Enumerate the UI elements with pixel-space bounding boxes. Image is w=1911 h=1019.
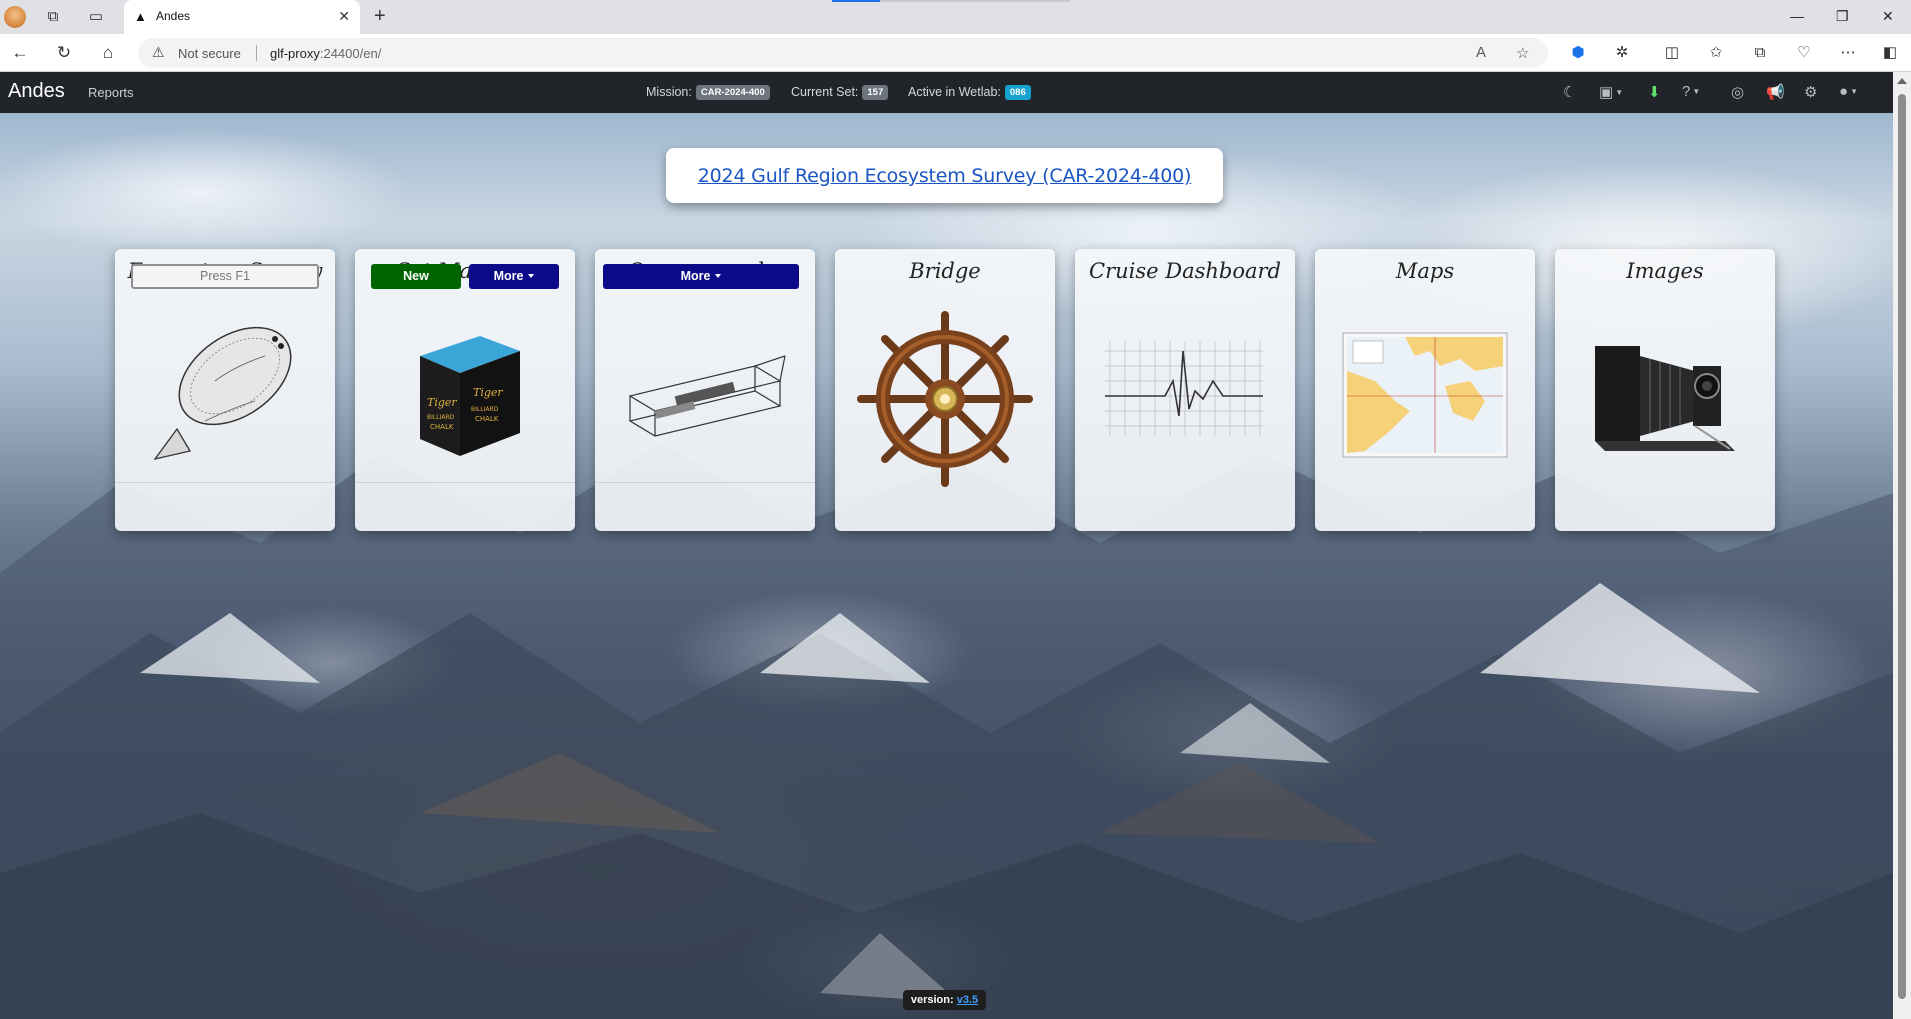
minimize-icon[interactable]: — [1790,8,1804,24]
oceanography-more-button[interactable]: More [603,264,799,289]
ships-wheel-icon [857,311,1033,487]
card-footer [595,482,815,531]
workspaces-icon[interactable]: ⧉ [43,7,63,27]
loading-indicator-track [880,0,1070,2]
scrollbar-thumb[interactable] [1898,94,1906,999]
user-account-icon[interactable]: ● ▼ [1839,83,1858,100]
heartbeat-chart-icon [1105,341,1263,436]
app-navbar: Andes Reports Mission: CAR-2024-400 Curre… [0,72,1893,113]
browser-toolbar: ← ↻ ⌂ ⚠ Not secure glf-proxy:24400/en/ A… [0,34,1911,72]
card-images[interactable]: Images [1555,249,1775,531]
sidebar-toggle-icon[interactable]: ◧ [1880,43,1900,63]
app-brand[interactable]: Andes [8,80,65,103]
browser-essentials-icon[interactable]: ♡ [1794,43,1814,63]
home-icon[interactable]: ⌂ [98,43,118,63]
nautical-chart-icon [1342,332,1508,458]
help-dropdown-icon[interactable]: ? ▼ [1682,83,1700,100]
dark-mode-moon-icon[interactable]: ☾ [1563,83,1576,101]
version-badge: version: v3.5 [903,990,986,1010]
target-icon[interactable]: ◎ [1731,83,1744,101]
card-cruise-dashboard[interactable]: Cruise Dashboard [1075,249,1295,531]
svg-text:CHALK: CHALK [475,415,499,423]
settings-gear-icon[interactable]: ⚙ [1804,83,1817,101]
card-title: Maps [1395,259,1455,283]
mission-status: Mission: CAR-2024-400 [646,85,770,100]
current-set-status: Current Set: 157 [791,85,889,100]
set-manager-more-button[interactable]: More [469,264,559,289]
browser-tabstrip: ⧉ ▭ ▲ Andes ✕ + — ❐ ✕ [0,0,1911,34]
browser-tab-andes[interactable]: ▲ Andes ✕ [124,0,360,34]
current-set-badge: 157 [862,85,889,100]
extensions-puzzle-icon[interactable]: ✲ [1612,43,1632,63]
security-status[interactable]: Not secure [178,46,241,61]
back-icon[interactable]: ← [10,43,30,63]
card-footer [115,482,335,531]
survey-title-link[interactable]: 2024 Gulf Region Ecosystem Survey (CAR-2… [698,165,1192,187]
read-aloud-icon[interactable]: A [1476,44,1486,61]
loading-indicator [832,0,880,2]
profile-avatar[interactable] [4,6,26,28]
url-text[interactable]: glf-proxy:24400/en/ [270,46,381,61]
card-set-manager[interactable]: Set Manager Tiger BILLIARD CHALK Tiger B… [355,249,575,531]
more-menu-icon[interactable]: ⋯ [1838,43,1858,63]
tab-actions-icon[interactable]: ▭ [86,7,106,27]
flounder-fish-icon [153,326,292,461]
svg-text:CHALK: CHALK [430,423,454,431]
card-title: Images [1626,259,1704,283]
extension-shield-icon[interactable]: ⬢ [1568,43,1588,63]
close-window-icon[interactable]: ✕ [1882,8,1894,25]
mission-badge: CAR-2024-400 [695,85,770,100]
version-link[interactable]: v3.5 [957,994,978,1006]
wetlab-badge: 086 [1004,85,1031,100]
card-oceanography[interactable]: Oceanography [595,249,815,531]
card-bridge[interactable]: Bridge [835,249,1055,531]
ctd-rosette-icon [628,355,786,437]
card-title: Cruise Dashboard [1089,259,1281,283]
wetlab-status: Active in Wetlab: 086 [908,85,1031,100]
warning-icon[interactable]: ⚠ [152,44,165,61]
card-title: Bridge [909,259,981,283]
card-footer [355,482,575,531]
restore-icon[interactable]: ❐ [1836,8,1849,25]
address-divider [256,45,257,61]
page-scrollbar[interactable] [1893,72,1911,1019]
reload-icon[interactable]: ↻ [54,43,74,63]
new-tab-icon[interactable]: + [374,5,386,28]
survey-banner: 2024 Gulf Region Ecosystem Survey (CAR-2… [666,148,1223,203]
svg-text:BILLIARD: BILLIARD [471,406,499,413]
nav-reports-link[interactable]: Reports [88,85,134,100]
announcement-icon[interactable]: 📢 [1766,83,1785,101]
download-icon[interactable]: ⬇ [1648,83,1661,101]
caret-down-icon [528,274,535,278]
caret-down-icon [715,274,722,278]
mountain-favicon-icon: ▲ [134,9,147,24]
press-f1-button[interactable]: Press F1 [131,264,319,289]
save-dropdown-icon[interactable]: ▣ ▼ [1599,83,1623,101]
card-ecosystem-survey[interactable]: Ecosystem Survey [115,249,335,531]
scroll-up-arrow-icon[interactable] [1897,78,1907,84]
address-bar[interactable]: ⚠ Not secure glf-proxy:24400/en/ A ☆ [138,38,1548,68]
favorite-star-icon[interactable]: ☆ [1516,44,1529,62]
collections-icon[interactable]: ⧉ [1750,43,1770,63]
card-maps[interactable]: Maps [1315,249,1535,531]
favorites-icon[interactable]: ✩ [1706,43,1726,63]
close-tab-icon[interactable]: ✕ [338,8,350,25]
tab-title: Andes [156,9,191,23]
svg-text:Tiger: Tiger [473,386,503,399]
chalk-cube-icon: Tiger BILLIARD CHALK Tiger BILLIARD CHAL… [420,336,520,456]
new-set-button[interactable]: New [371,264,461,289]
split-screen-icon[interactable]: ◫ [1662,43,1682,63]
vintage-camera-icon [1595,346,1735,451]
svg-text:Tiger: Tiger [427,396,457,409]
svg-text:BILLIARD: BILLIARD [427,414,455,421]
